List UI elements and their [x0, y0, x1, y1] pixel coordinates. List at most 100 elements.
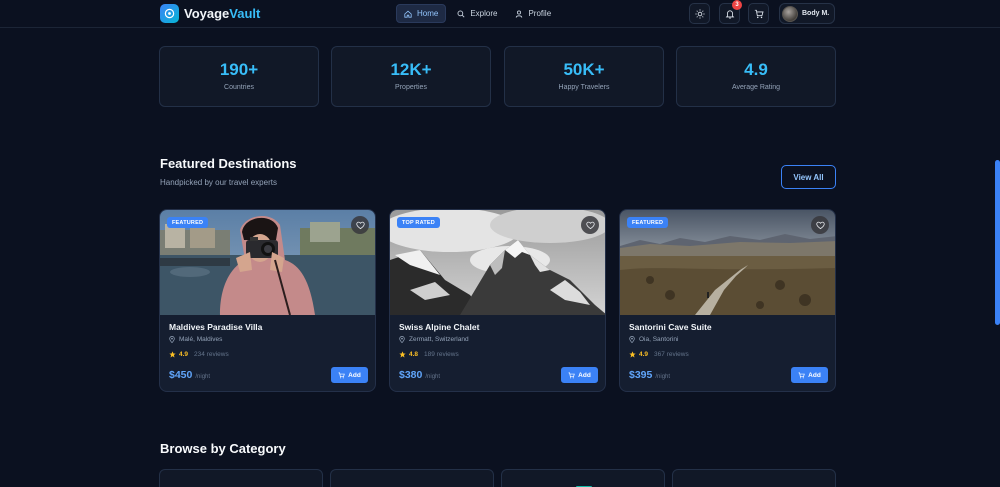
brand-logo[interactable]: VoyageVault: [160, 4, 260, 23]
featured-section-title: Featured Destinations: [160, 156, 297, 171]
add-to-cart-button[interactable]: Add: [791, 367, 828, 383]
card-badge: FEATURED: [627, 217, 669, 228]
card-location-text: Zermatt, Switzerland: [409, 336, 469, 343]
page-scrollbar[interactable]: [995, 160, 1000, 325]
bell-icon: [725, 9, 734, 19]
stat-value: 4.9: [744, 60, 768, 79]
notification-badge: 3: [732, 0, 742, 10]
card-location-text: Malé, Maldives: [179, 336, 223, 343]
category-card[interactable]: [159, 469, 323, 487]
card-rating: 4.9 234 reviews: [169, 351, 229, 358]
card-rating: 4.8 189 reviews: [399, 351, 459, 358]
stat-value: 50K+: [563, 60, 605, 79]
destination-card-maldives[interactable]: FEATURED Maldives Paradise Villa Malé, M…: [159, 209, 376, 392]
cart-icon: [798, 372, 805, 378]
featured-section-subtitle: Handpicked by our travel experts: [160, 178, 277, 187]
card-location: Malé, Maldives: [169, 336, 222, 343]
review-count: 234 reviews: [194, 351, 229, 358]
brand-name-second: Vault: [229, 6, 261, 21]
stat-card-properties: 12K+ Properties: [331, 46, 491, 107]
price-unit: /night: [425, 374, 441, 380]
cart-icon: [568, 372, 575, 378]
home-icon: [404, 10, 412, 18]
map-pin-icon: [399, 336, 405, 343]
review-count: 189 reviews: [424, 351, 459, 358]
map-pin-icon: [169, 336, 175, 343]
card-rating: 4.9 367 reviews: [629, 351, 689, 358]
card-price: $380 /night: [399, 369, 440, 381]
user-menu-button[interactable]: Body M.: [779, 3, 835, 24]
add-to-cart-button[interactable]: Add: [331, 367, 368, 383]
stat-label: Average Rating: [731, 84, 781, 91]
cart-icon: [754, 9, 764, 18]
star-icon: [169, 351, 176, 358]
nav-home[interactable]: Home: [396, 4, 447, 23]
price-amount: $395: [629, 369, 653, 381]
top-navbar: VoyageVault Home Explore Profile 3 Body …: [0, 0, 1000, 28]
card-location-text: Oia, Santorini: [639, 336, 679, 343]
price-unit: /night: [655, 374, 671, 380]
card-badge: TOP RATED: [397, 217, 440, 228]
card-location: Oia, Santorini: [629, 336, 678, 343]
heart-icon: [815, 221, 825, 229]
rating-score: 4.9: [639, 351, 649, 358]
star-icon: [629, 351, 636, 358]
map-pin-icon: [629, 336, 635, 343]
category-section-title: Browse by Category: [160, 441, 286, 456]
card-price: $395 /night: [629, 369, 670, 381]
card-title: Swiss Alpine Chalet: [399, 322, 480, 332]
nav-profile-label: Profile: [528, 9, 552, 18]
theme-toggle-button[interactable]: [689, 3, 710, 24]
category-card[interactable]: [672, 469, 836, 487]
stat-card-travelers: 50K+ Happy Travelers: [504, 46, 664, 107]
heart-icon: [355, 221, 365, 229]
favorite-button[interactable]: [811, 216, 829, 234]
card-location: Zermatt, Switzerland: [399, 336, 469, 343]
card-title: Maldives Paradise Villa: [169, 322, 263, 332]
stat-label: Happy Travelers: [558, 84, 610, 91]
user-icon: [516, 10, 523, 18]
nav-home-label: Home: [417, 9, 439, 18]
price-amount: $450: [169, 369, 193, 381]
heart-icon: [585, 221, 595, 229]
compass-icon: [160, 4, 179, 23]
stat-label: Properties: [395, 84, 427, 91]
add-button-label: Add: [348, 371, 361, 379]
brand-name: VoyageVault: [184, 6, 260, 21]
avatar: [782, 5, 798, 22]
stat-value: 12K+: [390, 60, 432, 79]
star-icon: [399, 351, 406, 358]
view-all-button[interactable]: View All: [781, 165, 836, 189]
notifications-button[interactable]: 3: [719, 0, 742, 24]
add-button-label: Add: [808, 371, 821, 379]
user-name: Body M.: [802, 10, 830, 17]
price-amount: $380: [399, 369, 423, 381]
add-button-label: Add: [578, 371, 591, 379]
destination-card-santorini[interactable]: FEATURED Santorini Cave Suite Oia, Santo…: [619, 209, 836, 392]
nav-explore[interactable]: Explore: [450, 4, 504, 23]
destination-card-swiss[interactable]: TOP RATED Swiss Alpine Chalet Zermatt, S…: [389, 209, 606, 392]
favorite-button[interactable]: [351, 216, 369, 234]
cart-button[interactable]: [748, 3, 769, 24]
price-unit: /night: [195, 374, 211, 380]
add-to-cart-button[interactable]: Add: [561, 367, 598, 383]
card-price: $450 /night: [169, 369, 210, 381]
review-count: 367 reviews: [654, 351, 689, 358]
rating-score: 4.8: [409, 351, 419, 358]
brand-name-first: Voyage: [184, 6, 230, 21]
nav-profile[interactable]: Profile: [508, 4, 558, 23]
stat-value: 190+: [219, 60, 259, 79]
nav-explore-label: Explore: [470, 9, 498, 18]
search-icon: [457, 10, 465, 18]
cart-icon: [338, 372, 345, 378]
stat-label: Countries: [224, 84, 254, 91]
main-nav: Home Explore Profile: [396, 4, 558, 23]
favorite-button[interactable]: [581, 216, 599, 234]
card-badge: FEATURED: [167, 217, 209, 228]
card-title: Santorini Cave Suite: [629, 322, 712, 332]
category-card[interactable]: [330, 469, 494, 487]
stat-card-rating: 4.9 Average Rating: [676, 46, 836, 107]
stat-card-countries: 190+ Countries: [159, 46, 319, 107]
category-card[interactable]: [501, 469, 665, 487]
sun-icon: [694, 8, 705, 19]
